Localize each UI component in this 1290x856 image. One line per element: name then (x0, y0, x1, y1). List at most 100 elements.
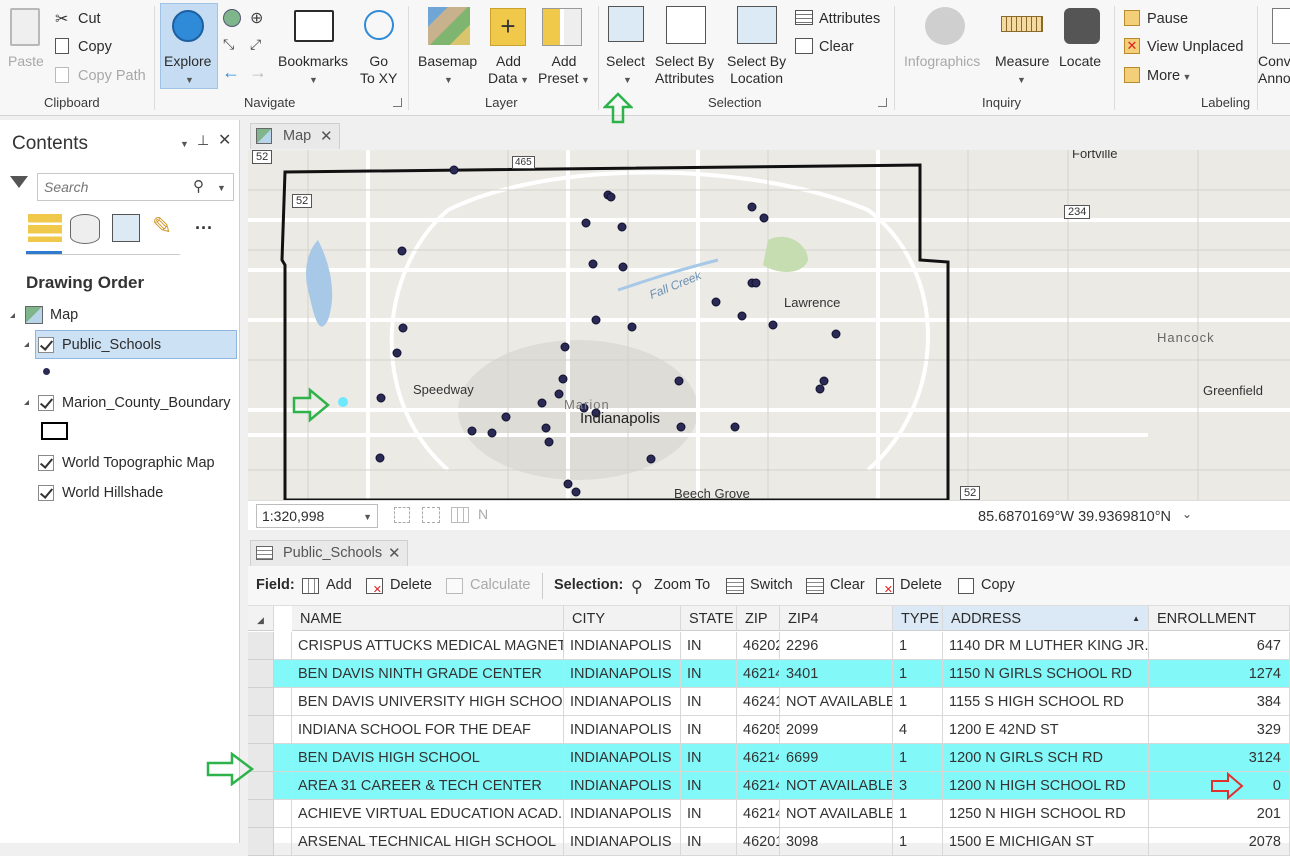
school-point[interactable] (768, 320, 778, 330)
table-row[interactable]: AREA 31 CAREER & TECH CENTER INDIANAPOLIS… (248, 772, 1290, 800)
row-header[interactable] (248, 828, 274, 856)
column-header-zip[interactable]: ZIP (737, 606, 780, 631)
cell-type[interactable]: 1 (893, 688, 943, 716)
cell-city[interactable]: INDIANAPOLIS (564, 632, 681, 660)
add-data-button[interactable]: Add Data ▼ (488, 53, 529, 89)
cell-enrollment[interactable]: 647 (1149, 632, 1290, 660)
switch-selection-button[interactable]: Switch (750, 577, 793, 593)
editing-view-icon[interactable]: ✎ (152, 212, 172, 241)
basemap-dropdown-icon[interactable]: ▼ (444, 72, 453, 89)
measure-button[interactable]: Measure (995, 53, 1049, 70)
cell-state[interactable]: IN (681, 744, 737, 772)
calculate-field-button[interactable]: Calculate (470, 577, 530, 593)
cell-city[interactable]: INDIANAPOLIS (564, 828, 681, 856)
column-header-zip4[interactable]: ZIP4 (780, 606, 893, 631)
school-point[interactable] (375, 453, 385, 463)
cell-city[interactable]: INDIANAPOLIS (564, 772, 681, 800)
cell-zip[interactable]: 46214 (737, 800, 780, 828)
table-row[interactable]: ACHIEVE VIRTUAL EDUCATION ACAD... INDIANA… (248, 800, 1290, 828)
filter-icon[interactable] (10, 176, 28, 188)
school-point[interactable] (487, 428, 497, 438)
cell-zip4[interactable]: NOT AVAILABLE (780, 688, 893, 716)
more-views-icon[interactable]: ··· (195, 218, 213, 239)
column-header-address[interactable]: ADDRESS ▲ (943, 606, 1149, 631)
cell-zip[interactable]: 46241 (737, 688, 780, 716)
cell-state[interactable]: IN (681, 688, 737, 716)
selection-launcher-icon[interactable] (878, 98, 887, 107)
school-point[interactable] (376, 393, 386, 403)
cell-zip[interactable]: 46201 (737, 828, 780, 856)
full-extent-icon[interactable] (223, 9, 241, 27)
hillshade-checkbox[interactable] (38, 485, 54, 501)
cell-type[interactable]: 1 (893, 660, 943, 688)
hillshade-layer-label[interactable]: World Hillshade (62, 485, 163, 501)
add-field-button[interactable]: Add (326, 577, 352, 593)
pause-button[interactable]: Pause (1147, 10, 1188, 28)
school-point[interactable] (730, 422, 740, 432)
select-by-location-button[interactable]: Select By Location (727, 53, 786, 87)
school-point[interactable] (831, 329, 841, 339)
public-schools-expand-icon[interactable] (24, 342, 29, 347)
basemap-button[interactable]: Basemap (418, 53, 477, 70)
cell-name[interactable]: BEN DAVIS UNIVERSITY HIGH SCHOOL (292, 688, 564, 716)
cell-type[interactable]: 1 (893, 632, 943, 660)
cell-enrollment[interactable]: 329 (1149, 716, 1290, 744)
contents-options-icon[interactable]: ▼ (180, 139, 189, 149)
locate-button[interactable]: Locate (1059, 53, 1101, 70)
table-row[interactable]: INDIANA SCHOOL FOR THE DEAF INDIANAPOLIS I… (248, 716, 1290, 744)
cell-zip[interactable]: 46214 (737, 772, 780, 800)
school-point[interactable] (541, 423, 551, 433)
cell-name[interactable]: ARSENAL TECHNICAL HIGH SCHOOL (292, 828, 564, 856)
cell-name[interactable]: INDIANA SCHOOL FOR THE DEAF (292, 716, 564, 744)
table-row[interactable]: BEN DAVIS NINTH GRADE CENTER INDIANAPOLIS… (248, 660, 1290, 688)
bookmarks-dropdown-icon[interactable]: ▼ (309, 72, 318, 89)
cell-address[interactable]: 1200 N GIRLS SCH RD (943, 744, 1149, 772)
school-point[interactable] (759, 213, 769, 223)
delete-selection-button[interactable]: Delete (900, 577, 942, 593)
row-header[interactable] (248, 660, 274, 688)
cell-zip4[interactable]: 2296 (780, 632, 893, 660)
cell-zip[interactable]: 46205 (737, 716, 780, 744)
school-point[interactable] (563, 479, 573, 489)
cell-address[interactable]: 1150 N GIRLS SCHOOL RD (943, 660, 1149, 688)
attributes-button[interactable]: Attributes (819, 10, 880, 28)
zoom-layer-icon[interactable]: ⊕ (250, 8, 263, 28)
row-gutter[interactable] (274, 632, 292, 660)
search-dropdown-icon[interactable]: ▼ (217, 183, 226, 193)
measure-dropdown-icon[interactable]: ▼ (1017, 72, 1026, 89)
cell-address[interactable]: 1200 E 42ND ST (943, 716, 1149, 744)
cut-button[interactable]: Cut (78, 10, 101, 28)
row-gutter[interactable] (274, 828, 292, 856)
cell-address[interactable]: 1155 S HIGH SCHOOL RD (943, 688, 1149, 716)
cell-state[interactable]: IN (681, 660, 737, 688)
cell-state[interactable]: IN (681, 800, 737, 828)
cell-state[interactable]: IN (681, 632, 737, 660)
column-header-city[interactable]: CITY (564, 606, 681, 631)
clear-button[interactable]: Clear (819, 38, 854, 56)
column-header-state[interactable]: STATE (681, 606, 737, 631)
school-point[interactable] (737, 311, 747, 321)
cell-name[interactable]: CRISPUS ATTUCKS MEDICAL MAGNET... (292, 632, 564, 660)
school-point[interactable] (501, 412, 511, 422)
copy-selection-button[interactable]: Copy (981, 577, 1015, 593)
selection-view-icon[interactable] (112, 214, 140, 242)
school-point[interactable] (398, 323, 408, 333)
map-expand-icon[interactable] (10, 313, 15, 318)
cell-name[interactable]: AREA 31 CAREER & TECH CENTER (292, 772, 564, 800)
cell-zip[interactable]: 46214 (737, 660, 780, 688)
table-grid-icon[interactable] (451, 507, 469, 523)
copy-path-button[interactable]: Copy Path (78, 67, 146, 85)
column-header-name[interactable]: NAME (292, 606, 564, 631)
table-row[interactable]: CRISPUS ATTUCKS MEDICAL MAGNET... INDIANA… (248, 632, 1290, 660)
school-point[interactable] (711, 297, 721, 307)
drawing-order-view-icon[interactable] (28, 214, 62, 242)
cell-type[interactable]: 3 (893, 772, 943, 800)
map-node-label[interactable]: Map (50, 307, 78, 323)
data-source-view-icon[interactable] (70, 214, 100, 244)
table-row[interactable]: BEN DAVIS HIGH SCHOOL INDIANAPOLIS IN 46214… (248, 744, 1290, 772)
column-header-enrollment[interactable]: ENROLLMENT (1149, 606, 1290, 631)
north-arrow-icon[interactable]: N (478, 506, 488, 522)
explore-dropdown-icon[interactable]: ▼ (185, 72, 194, 89)
cell-city[interactable]: INDIANAPOLIS (564, 688, 681, 716)
coordinate-dropdown-icon[interactable]: ⌄ (1182, 507, 1192, 521)
